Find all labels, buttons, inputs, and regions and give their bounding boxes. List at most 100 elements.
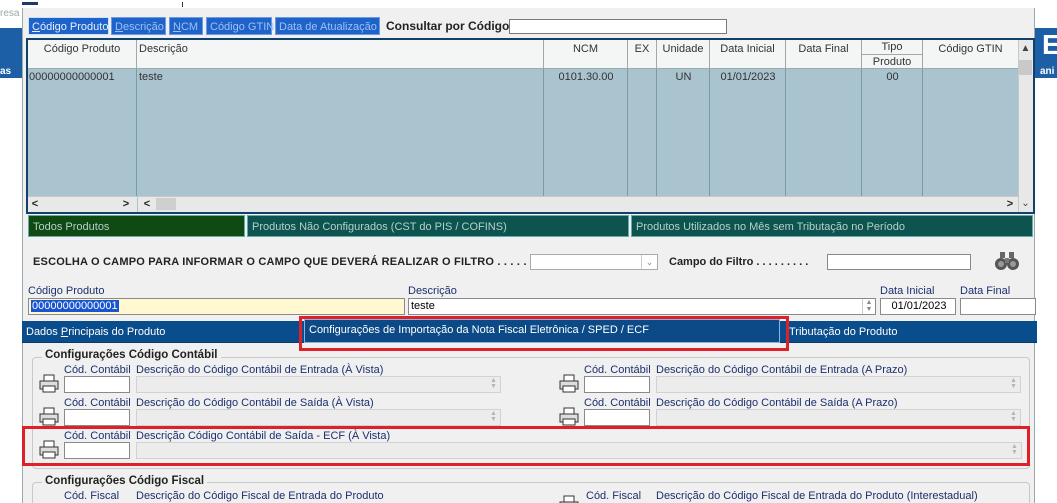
tab-codigo-produto[interactable]: Código Produto	[28, 17, 109, 35]
tab-tributacao-produto[interactable]: Tributação do Produto	[786, 321, 1026, 343]
filter-tab-sem-tributacao[interactable]: Produtos Utilizados no Mês sem Tributaçã…	[631, 215, 1033, 237]
chevron-down-icon[interactable]: ⌄	[641, 255, 657, 269]
spinner-icon: ▲ ▼	[1010, 377, 1017, 390]
grid-col-line	[628, 69, 657, 196]
tab-data-atualizacao[interactable]: Data de Atualização	[275, 17, 380, 35]
background-glyph-icon: E	[1042, 29, 1057, 60]
window-titlebar	[22, 0, 1035, 8]
grid-col-line	[862, 69, 923, 196]
desc-entrada-vista-field: ▲ ▼	[136, 376, 501, 393]
descricao-field[interactable]: teste ▲ ▼	[408, 298, 876, 315]
scroll-up-icon[interactable]: ▲	[1018, 41, 1033, 56]
spinner-icon[interactable]: ▲ ▼	[862, 299, 875, 314]
spinner-icon: ▲ ▼	[490, 410, 497, 423]
printer-icon[interactable]	[38, 374, 60, 394]
background-fragment-text: resa	[0, 8, 20, 19]
col-codigo-produto[interactable]: Código Produto	[28, 40, 137, 69]
codigo-produto-field[interactable]: 00000000000001	[28, 298, 405, 315]
highlight-box-ecf	[22, 426, 1030, 466]
codigo-produto-label: Código Produto	[28, 285, 105, 297]
campo-filtro-label: Campo do Filtro . . . . . . . . .	[669, 256, 809, 268]
col-tipo-produto[interactable]: Produto	[862, 55, 923, 69]
cod-fiscal-label: Cód. Fiscal	[64, 490, 120, 502]
group-fiscal-title: Configurações Código Fiscal	[42, 475, 208, 487]
tab-descricao[interactable]: Descrição	[111, 17, 166, 35]
grid-col-line	[786, 69, 862, 196]
data-final-label: Data Final	[960, 285, 1011, 297]
filter-label: ESCOLHA O CAMPO PARA INFORMAR O CAMPO QU…	[33, 256, 560, 268]
desc-saida-vista-label: Descrição do Código Contábil de Saída (À…	[136, 397, 374, 409]
cell-unidade[interactable]: UN	[657, 70, 710, 84]
desc-entrada-prazo-label: Descrição do Código Contábil de Entrada …	[656, 364, 908, 376]
cod-contabil-label: Cód. Contábil	[64, 364, 131, 376]
scroll-down-icon[interactable]: ⌄	[1018, 196, 1033, 211]
grid-vertical-thumb[interactable]	[1019, 60, 1032, 75]
descricao-label: Descrição	[408, 285, 457, 297]
data-final-field[interactable]	[960, 298, 1036, 315]
col-data-final[interactable]: Data Final	[786, 40, 862, 69]
printer-icon[interactable]	[558, 374, 580, 394]
cod-contabil-label: Cód. Contábil	[584, 397, 651, 409]
group-contabil-title: Configurações Código Contábil	[42, 349, 221, 361]
grid-hscroll-thumb[interactable]	[156, 198, 176, 210]
cod-contabil-saida-prazo-input[interactable]	[584, 409, 650, 426]
grid-col-line	[28, 69, 137, 196]
cell-data-inicial[interactable]: 01/01/2023	[710, 70, 786, 84]
grid-hscroll-main[interactable]	[138, 196, 1018, 212]
col-descricao[interactable]: Descrição	[137, 40, 544, 69]
desc-saida-vista-field: ▲ ▼	[136, 409, 501, 426]
col-data-inicial[interactable]: Data Inicial	[710, 40, 786, 69]
filter-field-select[interactable]: ⌄	[530, 254, 658, 270]
codigo-produto-value: 00000000000001	[31, 300, 119, 312]
cod-fiscal-label: Cód. Fiscal	[586, 490, 642, 502]
cod-contabil-entrada-prazo-input[interactable]	[584, 376, 650, 393]
printer-icon[interactable]	[558, 495, 580, 503]
background-label-right: ani	[1040, 66, 1055, 77]
scroll-right-icon[interactable]: >	[1004, 196, 1016, 212]
title-mark	[182, 2, 183, 7]
consult-label: Consultar por Código:	[386, 19, 514, 33]
cod-contabil-saida-vista-input[interactable]	[64, 409, 130, 426]
highlight-box-tab	[299, 316, 789, 351]
desc-fiscal-entrada-label: Descrição do Código Fiscal de Entrada do…	[136, 490, 384, 502]
consult-input[interactable]	[509, 19, 727, 34]
scroll-right-icon[interactable]: >	[120, 196, 132, 212]
grid-col-line	[544, 69, 628, 196]
scroll-left-icon[interactable]: <	[29, 196, 41, 212]
cod-contabil-label: Cód. Contábil	[64, 397, 131, 409]
desc-saida-prazo-label: Descrição do Código Contábil de Saída (A…	[656, 397, 898, 409]
spinner-icon: ▲ ▼	[1010, 410, 1017, 423]
cell-tipo-produto[interactable]: 00	[862, 70, 923, 84]
cell-ncm[interactable]: 0101.30.00	[544, 70, 628, 84]
col-unidade[interactable]: Unidade	[657, 40, 710, 69]
filter-tab-nao-configurados[interactable]: Produtos Não Configurados (CST do PIS / …	[247, 215, 629, 237]
background-label-left: as	[0, 66, 12, 77]
col-ncm[interactable]: NCM	[544, 40, 628, 69]
campo-filtro-input[interactable]	[827, 254, 971, 270]
desc-saida-prazo-field: ▲ ▼	[656, 409, 1021, 426]
col-ex[interactable]: EX	[628, 40, 657, 69]
cell-codigo[interactable]: 00000000000001	[29, 70, 115, 84]
filter-tab-todos[interactable]: Todos Produtos	[28, 215, 245, 237]
printer-icon[interactable]	[38, 407, 60, 427]
printer-icon[interactable]	[558, 407, 580, 427]
col-tipo[interactable]: Tipo	[862, 40, 923, 55]
grid-col-line	[137, 69, 544, 196]
scroll-left-icon[interactable]: <	[141, 196, 153, 212]
tab-ncm[interactable]: NCM	[169, 17, 203, 35]
grid-col-line	[710, 69, 786, 196]
tab-dados-principais[interactable]: Dados Principais do Produto	[23, 321, 298, 343]
binoculars-icon[interactable]	[994, 250, 1020, 272]
desc-entrada-prazo-field: ▲ ▼	[656, 376, 1021, 393]
tab-codigo-gtin[interactable]: Código GTIN	[206, 17, 274, 35]
descricao-value: teste	[411, 300, 435, 312]
cod-contabil-label: Cód. Contábil	[584, 364, 651, 376]
cell-descricao[interactable]: teste	[139, 70, 163, 84]
desc-fiscal-entrada-inter-label: Descrição do Código Fiscal de Entrada do…	[656, 490, 978, 502]
desc-entrada-vista-label: Descrição do Código Contábil de Entrada …	[136, 364, 384, 376]
col-codigo-gtin[interactable]: Código GTIN	[923, 40, 1018, 69]
grid-col-line	[657, 69, 710, 196]
cod-contabil-entrada-vista-input[interactable]	[64, 376, 130, 393]
data-inicial-label: Data Inicial	[880, 285, 935, 297]
data-inicial-field[interactable]: 01/01/2023	[880, 298, 956, 315]
